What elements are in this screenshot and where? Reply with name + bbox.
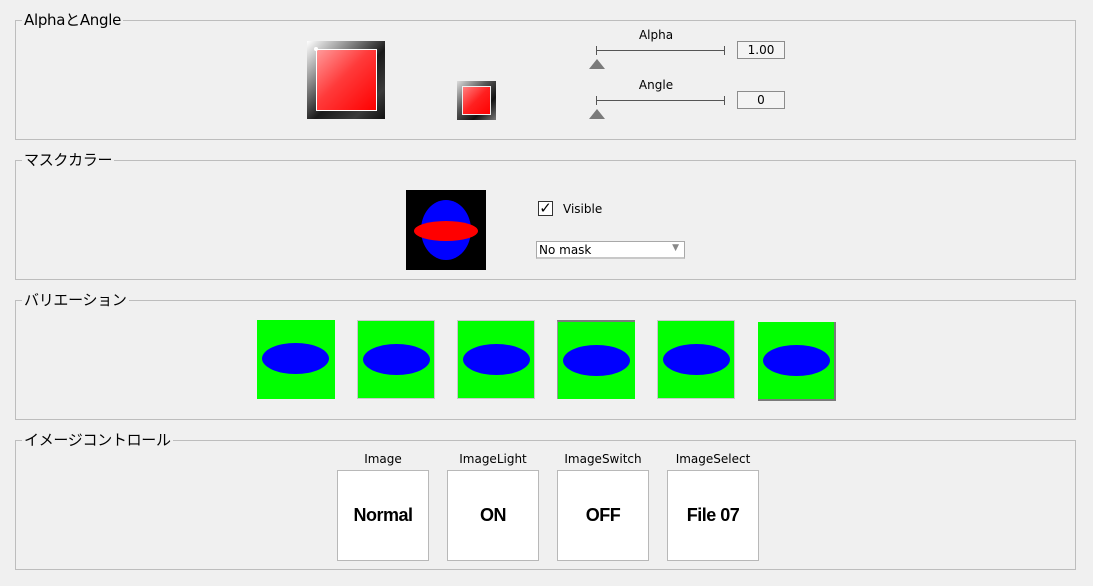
alpha-image-large [307,41,385,119]
variation-5[interactable] [657,320,735,399]
image-light-button[interactable]: ON [447,470,539,561]
mask-select-value: No mask [539,243,592,257]
visible-checkbox[interactable]: ✓ [538,201,553,216]
blue-ellipse [663,344,730,375]
variation-title: バリエーション [22,291,129,309]
alpha-value-field[interactable]: 1.00 [737,41,785,59]
variation-6[interactable] [758,322,836,401]
image-control-title: イメージコントロール [22,431,173,449]
image-light-label: ImageLight [459,452,527,466]
check-icon: ✓ [539,199,552,217]
image-label: Image [364,452,402,466]
mask-color-group: マスクカラー ✓ Visible No mask ▼ [15,152,1076,280]
red-ellipse [414,221,478,241]
mask-image [406,190,486,270]
alpha-angle-title: AlphaとAngle [22,11,124,29]
ellipse-graphic [414,200,478,260]
alpha-angle-group: AlphaとAngle Alpha 1.00 Angle 0 [15,12,1076,140]
angle-slider-thumb[interactable] [589,109,605,119]
angle-value-field[interactable]: 0 [737,91,785,109]
blue-ellipse [563,345,630,376]
blue-ellipse [463,344,530,375]
red-square-small [462,86,491,115]
image-switch-button[interactable]: OFF [557,470,649,561]
alpha-slider-tick-right [724,46,725,55]
image-button[interactable]: Normal [337,470,429,561]
alpha-label: Alpha [638,28,674,42]
highlight-dot [314,47,318,51]
variation-2[interactable] [357,320,435,399]
image-switch-label: ImageSwitch [564,452,642,466]
blue-ellipse [262,343,329,374]
mask-color-title: マスクカラー [22,151,115,169]
angle-slider-track[interactable] [596,100,725,101]
variation-group: バリエーション [15,292,1076,420]
alpha-slider-track[interactable] [596,50,725,51]
image-select-button[interactable]: File 07 [667,470,759,561]
alpha-slider-thumb[interactable] [589,59,605,69]
blue-ellipse [363,344,430,375]
red-square [316,49,377,111]
angle-label: Angle [638,78,674,92]
alpha-image-small [457,81,496,120]
alpha-slider-tick-left [596,46,597,55]
variation-1[interactable] [257,320,335,399]
image-select-label: ImageSelect [675,452,751,466]
blue-ellipse [763,345,830,376]
variation-4[interactable] [557,320,635,399]
visible-label: Visible [563,202,603,216]
image-control-group: イメージコントロール Image Normal ImageLight ON Im… [15,432,1076,570]
angle-slider-tick-right [724,96,725,105]
chevron-down-icon[interactable]: ▼ [672,243,679,253]
mask-select[interactable]: No mask ▼ [536,241,685,259]
variation-3[interactable] [457,320,535,399]
angle-slider-tick-left [596,96,597,105]
